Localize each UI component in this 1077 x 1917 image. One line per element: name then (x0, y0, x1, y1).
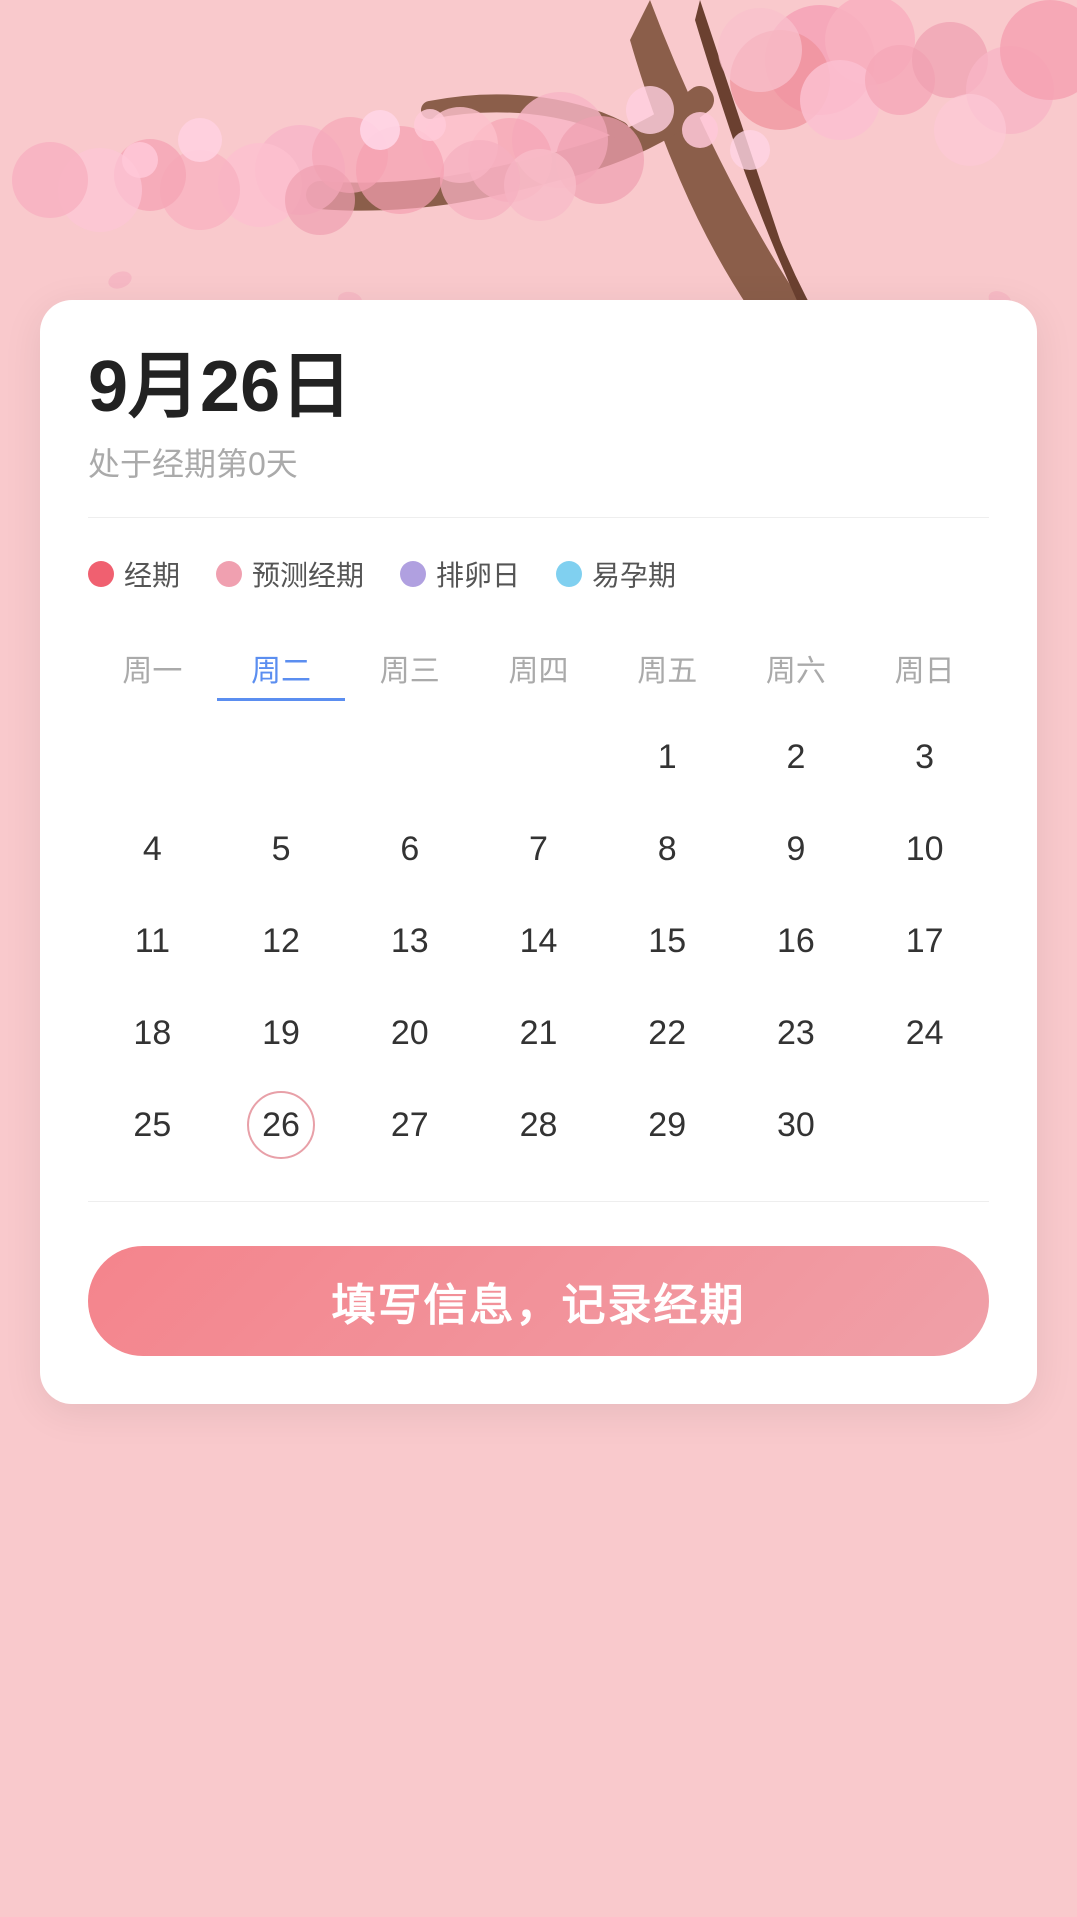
weekday-周四: 周四 (474, 638, 603, 701)
top-divider (88, 517, 989, 518)
calendar-day-29[interactable]: 29 (603, 1085, 732, 1165)
day-number: 12 (247, 907, 315, 975)
day-number: 25 (118, 1091, 186, 1159)
weekday-周二: 周二 (217, 638, 346, 701)
calendar-day-13[interactable]: 13 (345, 901, 474, 981)
date-title: 9月26日 (88, 348, 989, 427)
weekdays-row: 周一周二周三周四周五周六周日 (88, 638, 989, 701)
day-number: 14 (504, 907, 572, 975)
calendar-day-1[interactable]: 1 (603, 717, 732, 797)
day-number: 10 (891, 815, 959, 883)
legend-dot-fertile (556, 561, 582, 587)
calendar-day-28[interactable]: 28 (474, 1085, 603, 1165)
legend-label-fertile: 易孕期 (592, 554, 676, 594)
weekday-周日: 周日 (860, 638, 989, 701)
day-number: 15 (633, 907, 701, 975)
calendar-day-22[interactable]: 22 (603, 993, 732, 1073)
calendar-day-23[interactable]: 23 (732, 993, 861, 1073)
day-number: 22 (633, 999, 701, 1067)
bottom-divider (88, 1201, 989, 1202)
calendar-day-12[interactable]: 12 (217, 901, 346, 981)
day-number: 3 (891, 723, 959, 791)
day-number: 1 (633, 723, 701, 791)
legend-item-predicted: 预测经期 (216, 554, 364, 594)
calendar-day-4[interactable]: 4 (88, 809, 217, 889)
day-number: 4 (118, 815, 186, 883)
day-number: 24 (891, 999, 959, 1067)
legend-item-fertile: 易孕期 (556, 554, 676, 594)
weekday-周六: 周六 (732, 638, 861, 701)
calendar-day-6[interactable]: 6 (345, 809, 474, 889)
calendar-empty (860, 1085, 989, 1165)
weekday-周五: 周五 (603, 638, 732, 701)
calendar-day-20[interactable]: 20 (345, 993, 474, 1073)
legend-label-predicted: 预测经期 (252, 554, 364, 594)
day-number: 13 (376, 907, 444, 975)
legend: 经期 预测经期 排卵日 易孕期 (88, 554, 989, 594)
calendar-day-10[interactable]: 10 (860, 809, 989, 889)
day-number: 26 (247, 1091, 315, 1159)
calendar-day-14[interactable]: 14 (474, 901, 603, 981)
day-number: 2 (762, 723, 830, 791)
day-number: 16 (762, 907, 830, 975)
day-number: 21 (504, 999, 572, 1067)
calendar: 周一周二周三周四周五周六周日 1234567891011121314151617… (88, 638, 989, 1165)
legend-dot-ovulation (400, 561, 426, 587)
date-subtitle: 处于经期第0天 (88, 439, 989, 485)
day-number: 7 (504, 815, 572, 883)
weekday-周一: 周一 (88, 638, 217, 701)
record-period-button[interactable]: 填写信息，记录经期 (88, 1246, 989, 1356)
day-number: 11 (118, 907, 186, 975)
calendar-day-26[interactable]: 26 (217, 1085, 346, 1165)
calendar-day-15[interactable]: 15 (603, 901, 732, 981)
calendar-day-19[interactable]: 19 (217, 993, 346, 1073)
day-number: 29 (633, 1091, 701, 1159)
calendar-day-30[interactable]: 30 (732, 1085, 861, 1165)
day-number: 28 (504, 1091, 572, 1159)
calendar-day-25[interactable]: 25 (88, 1085, 217, 1165)
day-number: 5 (247, 815, 315, 883)
calendar-day-21[interactable]: 21 (474, 993, 603, 1073)
calendar-day-24[interactable]: 24 (860, 993, 989, 1073)
calendar-day-27[interactable]: 27 (345, 1085, 474, 1165)
calendar-day-5[interactable]: 5 (217, 809, 346, 889)
day-number: 9 (762, 815, 830, 883)
calendar-empty (345, 717, 474, 797)
main-card: 9月26日 处于经期第0天 经期 预测经期 排卵日 易孕期 周一周二周三周四周五… (40, 300, 1037, 1404)
legend-dot-period (88, 561, 114, 587)
calendar-empty (217, 717, 346, 797)
day-number: 30 (762, 1091, 830, 1159)
calendar-empty (474, 717, 603, 797)
day-number: 20 (376, 999, 444, 1067)
day-number: 23 (762, 999, 830, 1067)
legend-item-ovulation: 排卵日 (400, 554, 520, 594)
day-number: 19 (247, 999, 315, 1067)
calendar-day-11[interactable]: 11 (88, 901, 217, 981)
calendar-grid: 1234567891011121314151617181920212223242… (88, 717, 989, 1165)
calendar-day-17[interactable]: 17 (860, 901, 989, 981)
calendar-day-2[interactable]: 2 (732, 717, 861, 797)
day-number: 27 (376, 1091, 444, 1159)
legend-item-period: 经期 (88, 554, 180, 594)
day-number: 18 (118, 999, 186, 1067)
weekday-周三: 周三 (345, 638, 474, 701)
calendar-day-7[interactable]: 7 (474, 809, 603, 889)
calendar-day-18[interactable]: 18 (88, 993, 217, 1073)
legend-dot-predicted (216, 561, 242, 587)
calendar-day-8[interactable]: 8 (603, 809, 732, 889)
day-number: 17 (891, 907, 959, 975)
calendar-day-16[interactable]: 16 (732, 901, 861, 981)
day-number: 8 (633, 815, 701, 883)
calendar-day-9[interactable]: 9 (732, 809, 861, 889)
calendar-day-3[interactable]: 3 (860, 717, 989, 797)
legend-label-period: 经期 (124, 554, 180, 594)
day-number: 6 (376, 815, 444, 883)
calendar-empty (88, 717, 217, 797)
legend-label-ovulation: 排卵日 (436, 554, 520, 594)
